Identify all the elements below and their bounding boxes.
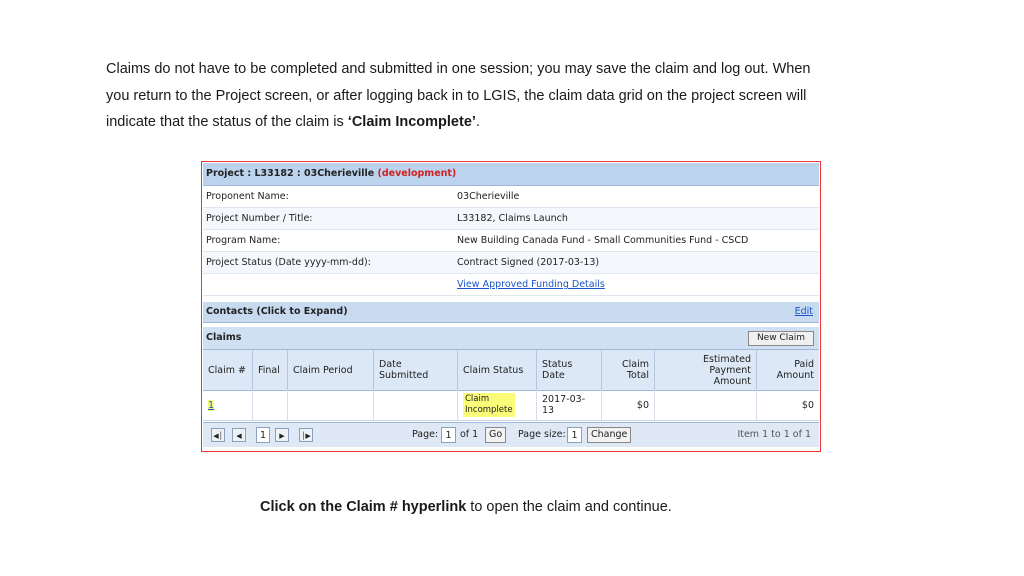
contacts-label: Contacts (Click to Expand) <box>206 306 348 317</box>
cell-submitted <box>374 390 458 420</box>
col-label-line: Amount <box>776 370 814 381</box>
project-row-program: Program Name: New Building Canada Fund -… <box>203 230 819 252</box>
col-label-line: Total <box>626 370 649 381</box>
claim-incomplete-emphasis: ‘Claim Incomplete’ <box>347 114 476 130</box>
col-label: Estimated Payment Amount <box>660 354 751 387</box>
field-value: 03Cherieville <box>457 191 520 202</box>
intro-line-3-end: . <box>475 114 480 130</box>
col-label: Status Date <box>542 359 573 381</box>
page-label: Page: <box>412 429 439 440</box>
col-claim-number[interactable]: Claim # <box>203 350 253 390</box>
project-row-number: Project Number / Title: L33182, Claims L… <box>203 208 819 230</box>
intro-line-1: Claims do not have to be completed and s… <box>106 61 811 77</box>
page-size-input[interactable]: 1 <box>567 427 582 443</box>
grid-pager: ◀│ ◀ 1 ▶ │▶ Page: 1 of 1 Go Page size: 1… <box>203 422 819 447</box>
col-label: Claim # <box>208 364 246 376</box>
intro-line-2: you return to the Project screen, or aft… <box>106 87 807 104</box>
cell-claim-number: 1 <box>203 390 253 420</box>
col-label: Date Submitted <box>379 359 429 381</box>
status-line: Incomplete <box>465 405 513 415</box>
col-label-line: Amount <box>713 375 751 387</box>
field-label: Project Number / Title: <box>206 213 313 224</box>
intro-line-3-start: indicate that the status of the claim is <box>106 114 348 130</box>
field-value: New Building Canada Fund - Small Communi… <box>457 235 749 246</box>
col-claim-period[interactable]: Claim Period <box>288 350 374 390</box>
cell-status: Claim Incomplete <box>458 390 537 420</box>
footer-bold: Click on the Claim # hyperlink <box>260 499 467 515</box>
edit-contacts-link[interactable]: Edit <box>795 302 813 322</box>
status-line: Claim <box>465 394 490 404</box>
page-input[interactable]: 1 <box>441 427 456 443</box>
footer-rest: to open the claim and continue. <box>466 499 672 515</box>
col-label: Claim Status <box>463 364 524 376</box>
footer-instruction: Click on the Claim # hyperlink to open t… <box>260 499 672 515</box>
page-of-label: of 1 <box>460 429 479 440</box>
col-label-line: Estimated Payment <box>703 353 751 376</box>
claims-grid-header: Claim # Final Claim Period Date Submitte… <box>203 350 819 391</box>
first-page-icon[interactable]: ◀│ <box>211 428 225 442</box>
cell-paid: $0 <box>801 399 814 411</box>
intro-text: Claims do not have to be completed and s… <box>106 56 906 136</box>
environment-badge: (development) <box>377 168 457 179</box>
col-claim-status[interactable]: Claim Status <box>458 350 537 390</box>
claims-label: Claims <box>206 332 242 343</box>
change-button[interactable]: Change <box>587 427 632 443</box>
col-label: Final <box>258 364 280 376</box>
col-final[interactable]: Final <box>253 350 288 390</box>
project-title-bar: Project : L33182 : 03Cherieville (develo… <box>203 163 819 186</box>
prev-page-icon[interactable]: ◀ <box>232 428 246 442</box>
claim-status-highlight: Claim Incomplete <box>463 393 515 417</box>
table-row: 1 Claim Incomplete 2017-03-13 $0 $0 <box>203 390 819 421</box>
last-page-icon[interactable]: │▶ <box>299 428 313 442</box>
next-page-icon[interactable]: ▶ <box>275 428 289 442</box>
lgis-project-screenshot: Project : L33182 : 03Cherieville (develo… <box>201 161 821 452</box>
go-button[interactable]: Go <box>485 427 507 443</box>
contacts-bar[interactable]: Contacts (Click to Expand) Edit <box>203 302 819 323</box>
claim-number-link[interactable]: 1 <box>208 399 215 411</box>
new-claim-button[interactable]: New Claim <box>747 331 814 346</box>
item-count: Item 1 to 1 of 1 <box>737 429 811 440</box>
col-estimated-payment[interactable]: Estimated Payment Amount <box>655 350 757 390</box>
col-date-submitted[interactable]: Date Submitted <box>374 350 458 390</box>
col-claim-total[interactable]: Claim Total <box>602 350 655 390</box>
cell-period <box>288 390 374 420</box>
field-value: L33182, Claims Launch <box>457 213 568 224</box>
col-paid-amount[interactable]: Paid Amount <box>757 350 819 390</box>
col-label: Paid Amount <box>777 359 814 381</box>
page-size-label: Page size: <box>518 429 566 440</box>
cell-estimated <box>655 390 757 420</box>
col-label: Claim Total <box>622 359 649 381</box>
col-label-line: Paid <box>794 359 814 370</box>
col-status-date[interactable]: Status Date <box>537 350 602 390</box>
project-title: Project : L33182 : 03Cherieville <box>206 168 375 179</box>
field-label: Program Name: <box>206 235 281 246</box>
project-row-status: Project Status (Date yyyy-mm-dd): Contra… <box>203 252 819 274</box>
field-label: Proponent Name: <box>206 191 289 202</box>
claims-bar: Claims New Claim <box>203 327 819 350</box>
project-row-funding: View Approved Funding Details <box>203 274 819 296</box>
cell-total: $0 <box>602 390 655 420</box>
view-funding-details-link[interactable]: View Approved Funding Details <box>457 274 605 295</box>
current-page-button[interactable]: 1 <box>256 427 270 443</box>
cell-status-date: 2017-03-13 <box>537 390 602 420</box>
field-value: Contract Signed (2017-03-13) <box>457 257 600 268</box>
col-label: Claim Period <box>293 364 353 376</box>
intro-line-3: indicate that the status of the claim is… <box>106 109 906 136</box>
field-label: Project Status (Date yyyy-mm-dd): <box>206 257 371 268</box>
cell-final <box>253 390 288 420</box>
col-label-line: Claim <box>622 359 649 370</box>
project-row-proponent: Proponent Name: 03Cherieville <box>203 186 819 208</box>
